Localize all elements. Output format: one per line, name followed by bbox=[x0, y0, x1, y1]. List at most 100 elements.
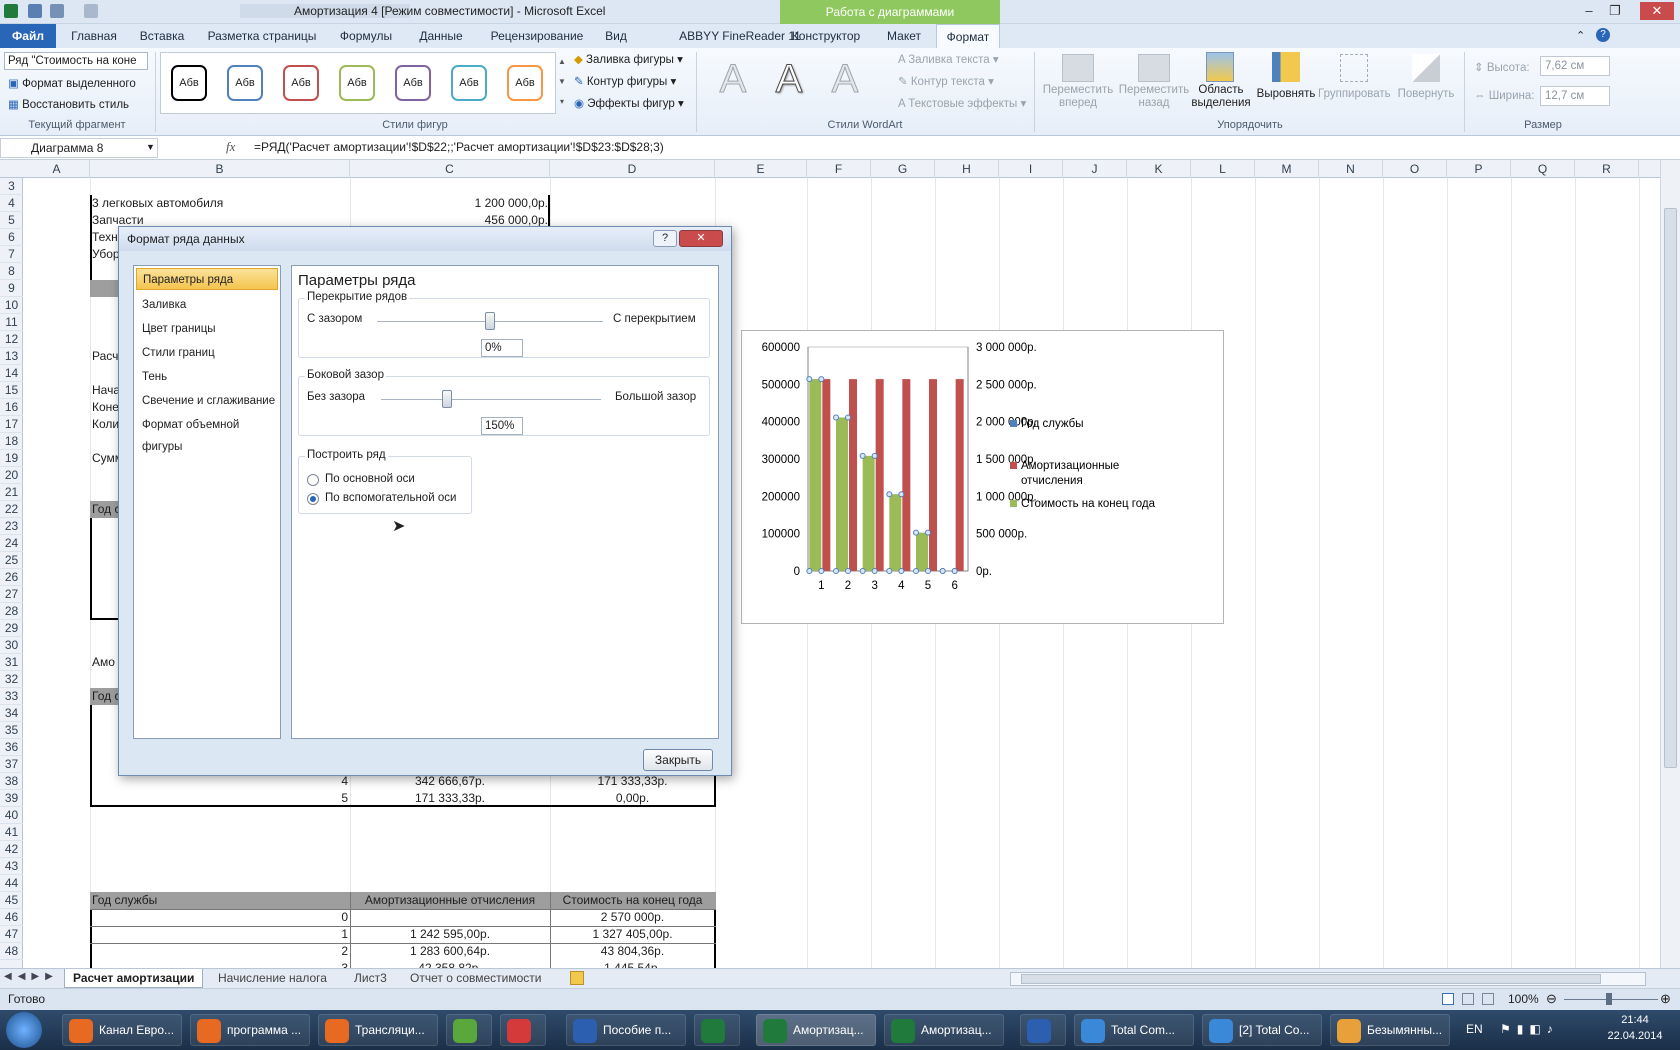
row-header[interactable]: 8 bbox=[0, 263, 23, 280]
tab-file[interactable]: Файл bbox=[0, 24, 56, 48]
taskbar-item[interactable]: Трансляци... bbox=[318, 1014, 438, 1046]
cell[interactable]: 42 358,82р. bbox=[352, 960, 548, 968]
chart-area[interactable]: 600000 500000 400000 300000 200000 100000 0 3 0… bbox=[741, 330, 1224, 624]
column-header[interactable]: Q bbox=[1511, 160, 1575, 178]
row-header[interactable]: 40 bbox=[0, 807, 23, 824]
overlap-slider-thumb[interactable] bbox=[485, 312, 495, 330]
minimize-icon[interactable]: – bbox=[1576, 2, 1602, 20]
nav-3d-format[interactable]: Формат объемной фигуры bbox=[136, 414, 278, 453]
row-header[interactable]: 23 bbox=[0, 518, 23, 535]
start-button-icon[interactable] bbox=[6, 1012, 42, 1048]
row-header[interactable]: 38 bbox=[0, 773, 23, 790]
tab-layout[interactable]: Макет bbox=[876, 24, 932, 48]
row-header[interactable]: 20 bbox=[0, 467, 23, 484]
send-backward-button[interactable]: Переместить назад bbox=[1116, 84, 1192, 110]
taskbar-item[interactable]: программа ... bbox=[190, 1014, 310, 1046]
secondary-axis-label[interactable]: По вспомогательной оси bbox=[325, 492, 456, 504]
cell[interactable]: 1 242 595,00р. bbox=[352, 926, 548, 943]
cell[interactable]: 171 333,33р. bbox=[352, 790, 548, 807]
taskbar-item[interactable] bbox=[500, 1014, 546, 1046]
tray-icons[interactable]: ⚑▮◧♪ bbox=[1500, 1022, 1559, 1036]
row-header[interactable]: 42 bbox=[0, 841, 23, 858]
taskbar-item[interactable]: Пособие п... bbox=[566, 1014, 686, 1046]
horizontal-scroll-thumb[interactable] bbox=[1021, 974, 1601, 984]
clock-time[interactable]: 21:44 bbox=[1600, 1014, 1670, 1026]
text-fill-button[interactable]: A Заливка текста ▾ bbox=[898, 52, 999, 66]
row-header[interactable]: 29 bbox=[0, 620, 23, 637]
tab-insert[interactable]: Вставка bbox=[130, 24, 194, 48]
column-header[interactable]: K bbox=[1127, 160, 1191, 178]
row-header[interactable]: 26 bbox=[0, 569, 23, 586]
tab-abbyy[interactable]: ABBYY FineReader 11 bbox=[678, 24, 802, 48]
tab-data[interactable]: Данные bbox=[410, 24, 472, 48]
undo-icon[interactable] bbox=[50, 4, 64, 18]
fx-icon[interactable]: fx bbox=[226, 139, 235, 155]
rotate-button[interactable]: Повернуть bbox=[1394, 88, 1458, 100]
vertical-scroll-thumb[interactable] bbox=[1664, 208, 1677, 768]
ribbon-collapse-icon[interactable]: ⌃ bbox=[1576, 29, 1585, 42]
sheet-tab[interactable]: Лист3 bbox=[354, 969, 387, 988]
row-header[interactable]: 35 bbox=[0, 722, 23, 739]
row-header[interactable]: 22 bbox=[0, 501, 23, 518]
tab-review[interactable]: Рецензирование bbox=[480, 24, 594, 48]
taskbar-item[interactable]: Канал Евро... bbox=[62, 1014, 182, 1046]
nav-border-color[interactable]: Цвет границы bbox=[136, 318, 278, 340]
cell[interactable]: 3 bbox=[294, 960, 348, 968]
secondary-axis-radio[interactable] bbox=[307, 493, 319, 505]
row-header[interactable]: 46 bbox=[0, 909, 23, 926]
nav-border-styles[interactable]: Стили границ bbox=[136, 342, 278, 364]
format-selection-button[interactable]: ▣ Формат выделенного bbox=[8, 76, 136, 90]
height-input[interactable]: 7,62 см bbox=[1540, 56, 1610, 76]
column-header[interactable]: M bbox=[1255, 160, 1319, 178]
row-header[interactable]: 21 bbox=[0, 484, 23, 501]
tab-page-layout[interactable]: Разметка страницы bbox=[200, 24, 324, 48]
taskbar-item[interactable]: Безымянны... bbox=[1330, 1014, 1450, 1046]
formula-input[interactable]: =РЯД('Расчет амортизации'!$D$22;;'Расчет… bbox=[250, 138, 1670, 158]
dialog-help-icon[interactable]: ? bbox=[653, 230, 677, 247]
close-window-icon[interactable]: ✕ bbox=[1640, 2, 1674, 20]
gallery-scroll-icon[interactable]: ▲ ▼ ▾ bbox=[557, 52, 567, 114]
row-header[interactable]: 6 bbox=[0, 229, 23, 246]
save-icon[interactable] bbox=[28, 4, 42, 18]
row-header[interactable]: 28 bbox=[0, 603, 23, 620]
cell[interactable]: Год службы bbox=[92, 892, 348, 909]
row-header[interactable]: 11 bbox=[0, 314, 23, 331]
row-header[interactable]: 27 bbox=[0, 586, 23, 603]
column-header[interactable]: D bbox=[550, 160, 715, 178]
row-header[interactable]: 48 bbox=[0, 943, 23, 960]
cell[interactable]: 5 bbox=[294, 790, 348, 807]
text-outline-button[interactable]: ✎ Контур текста ▾ bbox=[898, 74, 994, 88]
insert-sheet-icon[interactable] bbox=[570, 971, 584, 985]
cell[interactable]: 1 445,54р. bbox=[552, 960, 713, 968]
column-header[interactable]: F bbox=[807, 160, 871, 178]
row-header[interactable]: 25 bbox=[0, 552, 23, 569]
row-header[interactable]: 30 bbox=[0, 637, 23, 654]
row-header[interactable]: 31 bbox=[0, 654, 23, 671]
row-header[interactable]: 47 bbox=[0, 926, 23, 943]
row-header[interactable]: 36 bbox=[0, 739, 23, 756]
shape-style-aqua[interactable]: Абв bbox=[451, 65, 487, 101]
row-header[interactable]: 19 bbox=[0, 450, 23, 467]
name-box-dropdown-icon[interactable]: ▼ bbox=[146, 142, 155, 152]
row-header[interactable]: 39 bbox=[0, 790, 23, 807]
selection-pane-button[interactable]: Область выделения bbox=[1188, 84, 1254, 110]
taskbar-item[interactable]: Амортизац... bbox=[884, 1014, 1004, 1046]
column-header[interactable]: G bbox=[871, 160, 935, 178]
row-header[interactable]: 41 bbox=[0, 824, 23, 841]
dialog-title-bar[interactable]: Формат ряда данных ? ✕ bbox=[119, 227, 731, 251]
page-layout-view-icon[interactable] bbox=[1462, 993, 1474, 1005]
column-header[interactable]: O bbox=[1383, 160, 1447, 178]
cell[interactable]: 1 bbox=[294, 926, 348, 943]
width-input[interactable]: 12,7 см bbox=[1540, 86, 1610, 106]
help-icon[interactable]: ? bbox=[1596, 28, 1610, 42]
column-header[interactable]: J bbox=[1063, 160, 1127, 178]
column-header[interactable]: N bbox=[1319, 160, 1383, 178]
shape-style-purple[interactable]: Абв bbox=[395, 65, 431, 101]
sheet-tab[interactable]: Начисление налога bbox=[218, 969, 327, 988]
tab-view[interactable]: Вид bbox=[598, 24, 634, 48]
row-header[interactable]: 44 bbox=[0, 875, 23, 892]
reset-style-button[interactable]: ▦ Восстановить стиль bbox=[8, 97, 129, 111]
row-header[interactable]: 16 bbox=[0, 399, 23, 416]
taskbar-item[interactable] bbox=[694, 1014, 740, 1046]
wordart-style-2[interactable]: A bbox=[766, 56, 812, 102]
